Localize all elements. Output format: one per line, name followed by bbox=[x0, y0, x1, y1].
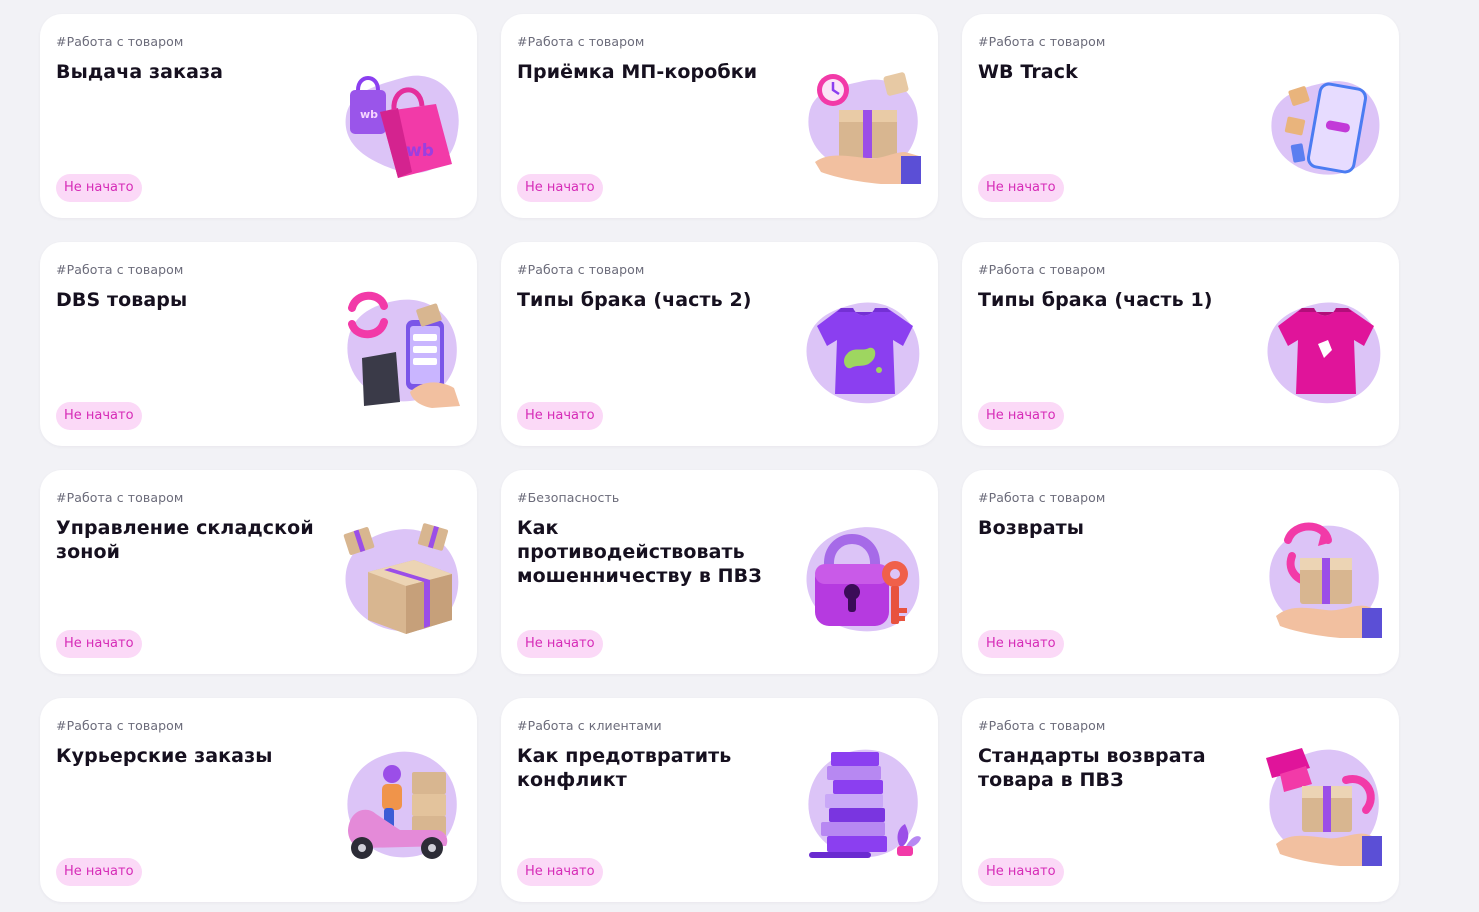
svg-text:wb: wb bbox=[360, 108, 378, 121]
courier-scooter-icon bbox=[347, 751, 457, 859]
card-tag[interactable]: #Работа с товаром bbox=[56, 490, 183, 505]
status-badge: Не начато bbox=[517, 174, 603, 202]
return-box-icon bbox=[1269, 522, 1382, 638]
card-tag[interactable]: #Работа с товаром bbox=[978, 718, 1105, 733]
course-card[interactable]: #Работа с товаром Выдача заказа Не начат… bbox=[40, 14, 477, 218]
card-title[interactable]: Выдача заказа bbox=[56, 60, 321, 84]
course-card-grid: #Работа с товаром Выдача заказа Не начат… bbox=[40, 14, 1399, 902]
card-title[interactable]: Типы брака (часть 2) bbox=[517, 288, 782, 312]
card-tag[interactable]: #Работа с товаром bbox=[978, 262, 1105, 277]
status-badge: Не начато bbox=[56, 630, 142, 658]
card-tag[interactable]: #Работа с товаром bbox=[978, 34, 1105, 49]
card-tag[interactable]: #Работа с товаром bbox=[56, 34, 183, 49]
books-stack-icon bbox=[808, 749, 921, 858]
phone-checklist-icon bbox=[347, 291, 460, 408]
status-badge: Не начато bbox=[517, 630, 603, 658]
card-title[interactable]: DBS товары bbox=[56, 288, 321, 312]
shopping-bags-icon: wb wb bbox=[345, 75, 459, 178]
box-in-hand-icon bbox=[808, 72, 921, 184]
card-title[interactable]: Как предотвратить конфликт bbox=[517, 744, 782, 792]
card-title[interactable]: Как противодействовать мошенничеству в П… bbox=[517, 516, 782, 588]
return-standards-icon bbox=[1266, 748, 1382, 866]
card-tag[interactable]: #Работа с товаром bbox=[517, 34, 644, 49]
status-badge: Не начато bbox=[517, 402, 603, 430]
status-badge: Не начато bbox=[978, 630, 1064, 658]
padlock-key-icon bbox=[806, 527, 920, 632]
status-badge: Не начато bbox=[517, 858, 603, 886]
torn-tshirt-icon bbox=[1267, 302, 1381, 404]
card-tag[interactable]: #Безопасность bbox=[517, 490, 619, 505]
card-tag[interactable]: #Работа с товаром bbox=[56, 718, 183, 733]
card-tag[interactable]: #Работа с товаром bbox=[56, 262, 183, 277]
phone-tracking-icon bbox=[1271, 81, 1380, 175]
card-tag[interactable]: #Работа с товаром bbox=[978, 490, 1105, 505]
course-card[interactable]: #Работа с товаром Управление складской з… bbox=[40, 470, 477, 674]
card-tag[interactable]: #Работа с товаром bbox=[517, 262, 644, 277]
course-card[interactable]: #Работа с товаром Стандарты возврата тов… bbox=[962, 698, 1399, 902]
warehouse-boxes-icon bbox=[343, 523, 459, 634]
card-title[interactable]: Приёмка МП-коробки bbox=[517, 60, 782, 84]
course-card[interactable]: #Работа с товаром DBS товары Не начато bbox=[40, 242, 477, 446]
status-badge: Не начато bbox=[978, 858, 1064, 886]
status-badge: Не начато bbox=[978, 402, 1064, 430]
course-card[interactable]: #Работа с товаром WB Track Не начато bbox=[962, 14, 1399, 218]
card-title[interactable]: Типы брака (часть 1) bbox=[978, 288, 1243, 312]
card-title[interactable]: Стандарты возврата товара в ПВЗ bbox=[978, 744, 1243, 792]
card-tag[interactable]: #Работа с клиентами bbox=[517, 718, 662, 733]
course-card[interactable]: #Работа с товаром Типы брака (часть 1) Н… bbox=[962, 242, 1399, 446]
course-card[interactable]: #Работа с товаром Возвраты Не начато bbox=[962, 470, 1399, 674]
course-card[interactable]: #Работа с товаром Приёмка МП-коробки Не … bbox=[501, 14, 938, 218]
stained-tshirt-icon bbox=[806, 302, 920, 404]
card-title[interactable]: Управление складской зоной bbox=[56, 516, 321, 564]
status-badge: Не начато bbox=[978, 174, 1064, 202]
status-badge: Не начато bbox=[56, 174, 142, 202]
card-title[interactable]: WB Track bbox=[978, 60, 1243, 84]
svg-text:wb: wb bbox=[406, 141, 434, 161]
course-card[interactable]: #Работа с товаром Типы брака (часть 2) Н… bbox=[501, 242, 938, 446]
status-badge: Не начато bbox=[56, 402, 142, 430]
status-badge: Не начато bbox=[56, 858, 142, 886]
course-card[interactable]: #Работа с клиентами Как предотвратить ко… bbox=[501, 698, 938, 902]
card-title[interactable]: Курьерские заказы bbox=[56, 744, 321, 768]
course-card[interactable]: #Безопасность Как противодействовать мош… bbox=[501, 470, 938, 674]
course-card[interactable]: #Работа с товаром Курьерские заказы Не н… bbox=[40, 698, 477, 902]
card-title[interactable]: Возвраты bbox=[978, 516, 1243, 540]
